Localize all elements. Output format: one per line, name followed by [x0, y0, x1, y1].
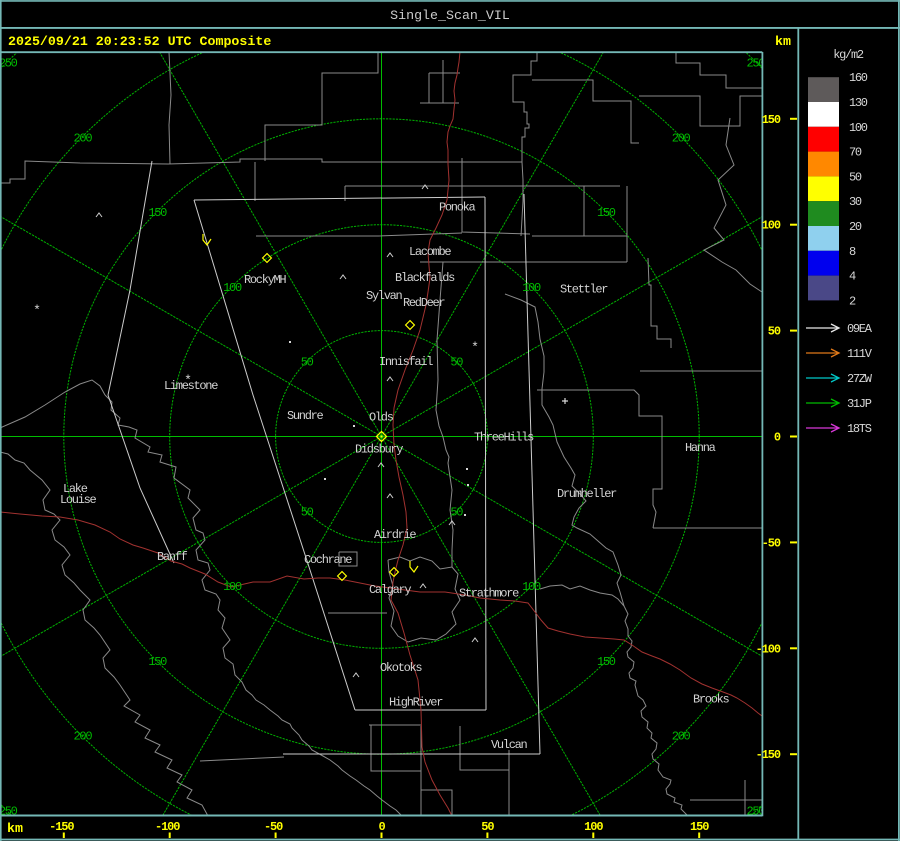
svg-text:Innisfail: Innisfail: [379, 355, 433, 369]
svg-text:ThreeHills: ThreeHills: [474, 431, 534, 445]
svg-text:*: *: [184, 373, 192, 388]
svg-text:200: 200: [74, 730, 93, 744]
svg-text:100: 100: [522, 281, 541, 295]
svg-text:200: 200: [74, 131, 93, 145]
svg-text:Didsbury: Didsbury: [355, 443, 403, 457]
svg-text:RedDeer: RedDeer: [403, 296, 445, 310]
svg-text:150: 150: [148, 206, 167, 220]
svg-text:250: 250: [0, 57, 18, 71]
svg-text:150: 150: [762, 113, 781, 127]
svg-text:100: 100: [522, 580, 541, 594]
svg-text:150: 150: [148, 655, 167, 669]
svg-text:50: 50: [849, 170, 862, 184]
svg-text:50: 50: [481, 820, 494, 834]
svg-text:50: 50: [301, 505, 314, 519]
svg-text:27ZW: 27ZW: [847, 372, 873, 386]
svg-text:Banff: Banff: [157, 550, 188, 564]
svg-text:200: 200: [672, 131, 691, 145]
svg-text:111V: 111V: [847, 347, 873, 361]
svg-text:Sylvan: Sylvan: [366, 289, 403, 303]
svg-text:Hanna: Hanna: [685, 441, 716, 455]
svg-text:Strathmore: Strathmore: [459, 587, 519, 601]
svg-text:160: 160: [849, 71, 868, 85]
svg-text:50: 50: [301, 356, 314, 370]
svg-text:km: km: [7, 821, 23, 836]
svg-text:100: 100: [584, 820, 603, 834]
svg-text:30: 30: [849, 195, 862, 209]
svg-text:100: 100: [223, 580, 242, 594]
svg-text:150: 150: [690, 820, 709, 834]
svg-text:Vulcan: Vulcan: [491, 738, 528, 752]
svg-text:20: 20: [849, 220, 862, 234]
svg-text:100: 100: [849, 121, 868, 135]
svg-text:Drumheller: Drumheller: [557, 487, 617, 501]
svg-text:09EA: 09EA: [847, 322, 873, 336]
svg-text:Louise: Louise: [60, 493, 97, 507]
svg-text:Brooks: Brooks: [693, 693, 730, 707]
svg-text:-100: -100: [756, 642, 781, 656]
svg-text:-50: -50: [762, 536, 781, 550]
svg-text:100: 100: [223, 281, 242, 295]
svg-text:50: 50: [450, 505, 463, 519]
svg-text:*: *: [471, 340, 479, 355]
svg-text:Ponoka: Ponoka: [439, 201, 476, 215]
svg-text:RockyMH: RockyMH: [244, 273, 286, 287]
svg-text:Calgary: Calgary: [369, 583, 411, 597]
svg-text:150: 150: [597, 206, 616, 220]
svg-text:Single_Scan_VIL: Single_Scan_VIL: [390, 8, 510, 23]
svg-text:kg/m2: kg/m2: [833, 48, 864, 62]
svg-text:Stettler: Stettler: [560, 283, 608, 297]
svg-text:130: 130: [849, 96, 868, 110]
svg-text:2025/09/21 20:23:52 UTC Compos: 2025/09/21 20:23:52 UTC Composite: [8, 34, 271, 49]
svg-text:-150: -150: [49, 820, 74, 834]
svg-text:-100: -100: [155, 820, 180, 834]
svg-text:Sundre: Sundre: [287, 409, 324, 423]
svg-text:HighRiver: HighRiver: [389, 696, 443, 710]
svg-text:50: 50: [450, 356, 463, 370]
svg-text:200: 200: [672, 730, 691, 744]
svg-text:Airdrie: Airdrie: [374, 528, 416, 542]
svg-text:18TS: 18TS: [847, 422, 872, 436]
svg-text:150: 150: [597, 655, 616, 669]
svg-text:31JP: 31JP: [847, 397, 872, 411]
svg-text:50: 50: [768, 325, 781, 339]
svg-text:70: 70: [849, 146, 862, 160]
svg-text:-50: -50: [264, 820, 283, 834]
svg-text:Okotoks: Okotoks: [380, 661, 422, 675]
svg-text:*: *: [33, 303, 41, 318]
svg-text:100: 100: [762, 219, 781, 233]
svg-text:0: 0: [378, 820, 385, 834]
svg-text:Cochrane: Cochrane: [304, 553, 352, 567]
svg-text:0: 0: [774, 431, 781, 445]
svg-text:Lacombe: Lacombe: [409, 245, 451, 259]
svg-text:Blackfalds: Blackfalds: [395, 271, 455, 285]
svg-text:Olds: Olds: [369, 411, 394, 425]
svg-text:-150: -150: [756, 748, 781, 762]
svg-text:km: km: [775, 34, 791, 49]
